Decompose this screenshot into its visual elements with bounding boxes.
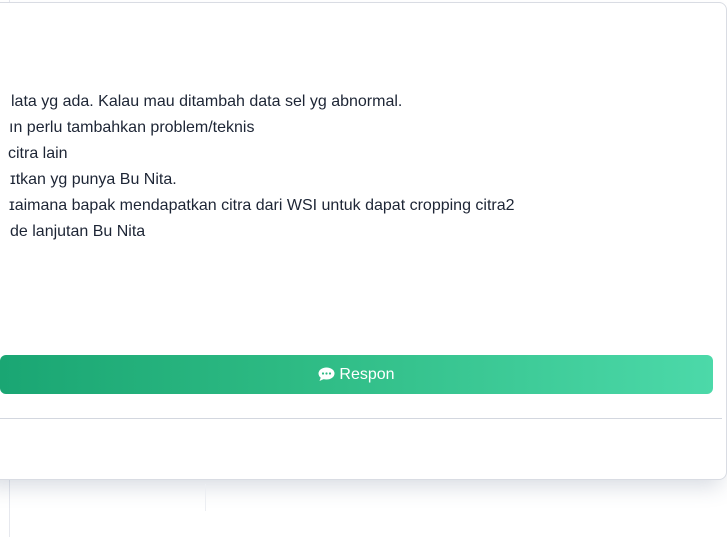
- comment-text: lata yg ada. Kalau mau ditambah data sel…: [3, 89, 515, 245]
- comment-line: citra lain: [8, 145, 68, 162]
- comment-icon: [318, 367, 335, 382]
- divider: [0, 418, 722, 419]
- comment-line: lata yg ada. Kalau mau ditambah data sel…: [11, 93, 403, 110]
- viewport: lata yg ada. Kalau mau ditambah data sel…: [0, 0, 727, 537]
- respond-button-label: Respon: [339, 365, 395, 383]
- comment-card-body: lata yg ada. Kalau mau ditambah data sel…: [0, 3, 726, 479]
- comment-line: ın perlu tambahkan problem/teknis: [9, 119, 255, 136]
- comment-line: ɪaimana bapak mendapatkan citra dari WSI…: [9, 197, 515, 214]
- comment-card: lata yg ada. Kalau mau ditambah data sel…: [0, 2, 727, 480]
- comment-line: ɪtkan yg punya Bu Nita.: [10, 171, 177, 188]
- respond-button[interactable]: Respon: [0, 355, 713, 394]
- comment-line: de lanjutan Bu Nita: [10, 223, 146, 240]
- column-divider: [205, 484, 206, 511]
